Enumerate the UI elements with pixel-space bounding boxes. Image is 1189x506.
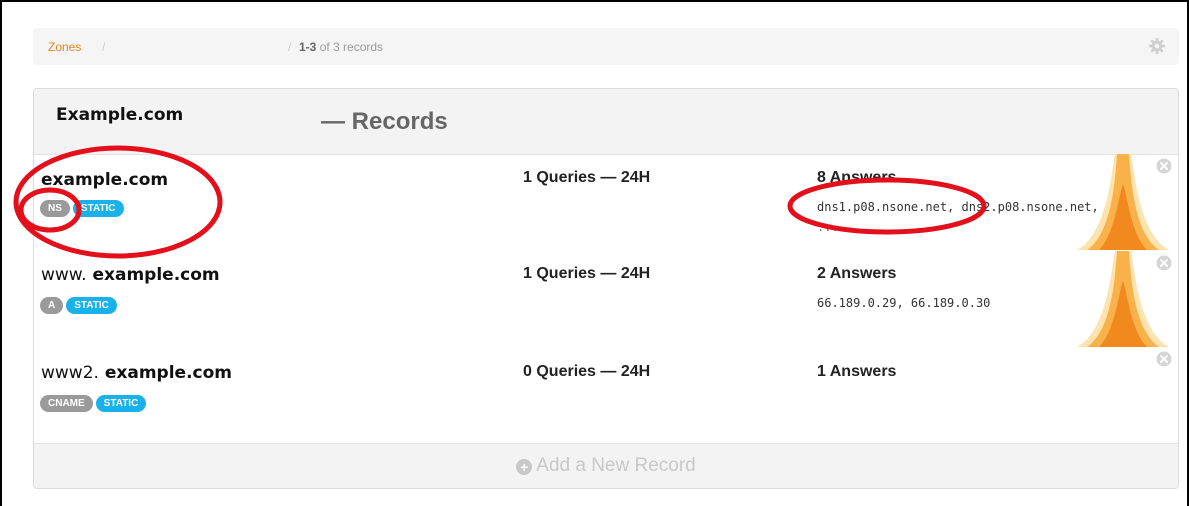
plus-circle-icon: + xyxy=(516,459,533,475)
record-queries: 0 Queries — 24H xyxy=(523,363,651,380)
answer-values-text: dns1.p08.nsone.net, dns2.p08.nsone.net, xyxy=(817,200,1099,214)
record-name-main: example.com xyxy=(92,265,220,285)
record-name-prefix: www2. xyxy=(41,363,99,383)
static-badge: STATIC xyxy=(66,297,117,314)
answer-values-more: ... xyxy=(817,220,839,234)
record-name: www. example.com xyxy=(41,265,220,285)
gear-icon[interactable] xyxy=(1148,37,1166,55)
record-answers: 8 Answers xyxy=(817,169,897,186)
record-badges: CNAME STATIC xyxy=(40,395,147,412)
records-title: — Records xyxy=(321,108,448,135)
record-count: 1-3 of 3 records xyxy=(299,40,383,54)
record-row[interactable]: example.com NS STATIC 1 Queries — 24H 8 … xyxy=(34,155,1178,251)
answer-values-text: 66.189.0.29, 66.189.0.30 xyxy=(817,296,991,310)
record-queries: 1 Queries — 24H xyxy=(523,265,651,282)
zone-title: Example.com xyxy=(56,105,184,125)
record-badges: NS STATIC xyxy=(40,200,124,217)
record-name-main: example.com xyxy=(104,363,232,383)
record-answers: 1 Answers xyxy=(817,363,897,380)
record-type-badge: NS xyxy=(40,200,70,217)
breadcrumb-separator: / xyxy=(102,40,106,54)
record-answer-values: dns1.p08.nsone.net, dns2.p08.nsone.net, … xyxy=(817,200,1099,234)
record-badges: A STATIC xyxy=(40,297,117,314)
delete-record-icon[interactable] xyxy=(1156,351,1172,367)
record-type-badge: CNAME xyxy=(40,395,93,412)
breadcrumb: Zones / / 1-3 of 3 records xyxy=(33,28,1179,65)
record-row[interactable]: www2. example.com CNAME STATIC 0 Queries… xyxy=(34,347,1178,443)
record-name-main: example.com xyxy=(41,170,169,190)
add-record-label: Add a New Record xyxy=(536,455,696,476)
record-name: www2. example.com xyxy=(41,363,232,383)
records-panel: Example.com — Records example.com NS STA… xyxy=(33,88,1179,489)
record-count-range: 1-3 xyxy=(299,40,317,54)
breadcrumb-separator: / xyxy=(288,40,292,54)
activity-sparkline xyxy=(1077,154,1169,250)
record-row[interactable]: www. example.com A STATIC 1 Queries — 24… xyxy=(34,251,1178,347)
record-queries: 1 Queries — 24H xyxy=(523,169,651,186)
record-count-suffix: of 3 records xyxy=(319,40,384,54)
activity-sparkline xyxy=(1077,251,1169,347)
breadcrumb-zones-link[interactable]: Zones xyxy=(48,40,81,54)
record-name-prefix: www. xyxy=(41,265,87,285)
record-name: example.com xyxy=(41,170,168,190)
record-answer-values: 66.189.0.29, 66.189.0.30 xyxy=(817,296,990,310)
panel-header: Example.com — Records xyxy=(34,89,1178,155)
static-badge: STATIC xyxy=(95,395,147,412)
record-answers: 2 Answers xyxy=(817,265,897,282)
add-record-button[interactable]: + Add a New Record xyxy=(34,443,1178,488)
record-type-badge: A xyxy=(40,297,64,314)
static-badge: STATIC xyxy=(72,200,124,217)
